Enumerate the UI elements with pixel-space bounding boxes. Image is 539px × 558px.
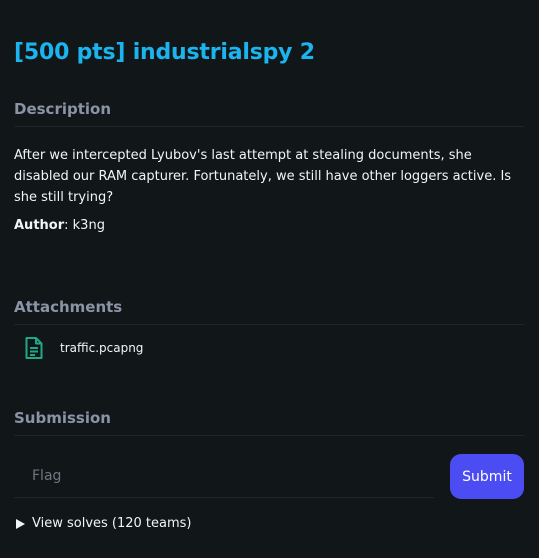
- description-heading: Description: [14, 100, 524, 127]
- challenge-title: [500 pts] industrialspy 2: [14, 40, 315, 65]
- view-solves-label: View solves (120 teams): [32, 516, 192, 531]
- file-document-icon: [24, 336, 44, 360]
- flag-input[interactable]: [14, 454, 434, 498]
- attachment-item[interactable]: traffic.pcapng: [24, 336, 143, 360]
- author-line: Author: k3ng: [14, 218, 105, 233]
- submission-heading: Submission: [14, 409, 524, 436]
- submit-button[interactable]: Submit: [450, 454, 524, 499]
- description-text: After we intercepted Lyubov's last attem…: [14, 148, 512, 205]
- author-label: Author: [14, 218, 65, 233]
- view-solves-toggle[interactable]: View solves (120 teams): [16, 516, 192, 531]
- attachments-heading: Attachments: [14, 298, 524, 325]
- attachment-file-name: traffic.pcapng: [60, 341, 144, 355]
- disclosure-triangle-icon: [16, 518, 25, 529]
- author-value: : k3ng: [64, 218, 105, 233]
